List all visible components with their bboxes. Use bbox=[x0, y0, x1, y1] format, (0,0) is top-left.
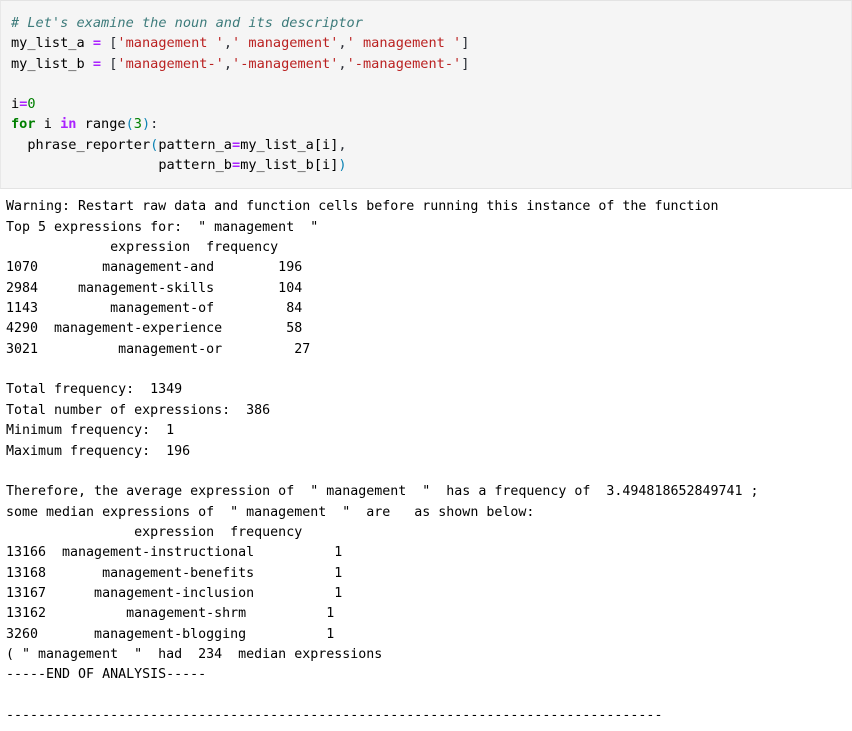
code-arg2-value: my_list_b[i] bbox=[240, 157, 339, 174]
output-separator-line: ----------------------------------------… bbox=[6, 707, 663, 723]
top5-table-header: expression frequency bbox=[6, 240, 279, 256]
code-range-name: range bbox=[76, 116, 126, 133]
stat-total-expressions: Total number of expressions: 386 bbox=[6, 402, 271, 418]
code-arg2-op: = bbox=[232, 157, 241, 174]
output-therefore-line-1: Therefore, the average expression of " m… bbox=[6, 484, 759, 500]
code-arg1-comma: , bbox=[338, 136, 347, 153]
table-row: 4290 management-experience 58 bbox=[6, 321, 303, 337]
code-var-b-name: my_list_b bbox=[11, 55, 85, 72]
code-arg2-name: pattern_b bbox=[158, 157, 232, 174]
stat-maximum-frequency: Maximum frequency: 196 bbox=[6, 443, 191, 459]
table-row: 1070 management-and 196 bbox=[6, 260, 303, 276]
code-for-keyword: for bbox=[11, 116, 36, 133]
code-range-arg: 3 bbox=[133, 116, 142, 133]
table-row: 13162 management-shrm 1 bbox=[6, 606, 335, 622]
output-end-of-analysis: -----END OF ANALYSIS----- bbox=[6, 667, 207, 683]
table-row: 13168 management-benefits 1 bbox=[6, 565, 343, 581]
output-therefore-line-2: some median expressions of " management … bbox=[6, 504, 535, 520]
cell-output-area: Warning: Restart raw data and function c… bbox=[0, 189, 852, 727]
code-comment: # Let's examine the noun and its descrip… bbox=[11, 15, 363, 31]
code-call-name: phrase_reporter bbox=[27, 136, 151, 153]
table-row: 3260 management-blogging 1 bbox=[6, 626, 335, 642]
code-assign-op-a: = bbox=[84, 35, 110, 52]
code-source[interactable]: # Let's examine the noun and its descrip… bbox=[1, 9, 851, 179]
table-row: 13166 management-instructional 1 bbox=[6, 545, 343, 561]
code-call-indent bbox=[11, 137, 27, 153]
code-list-b-item-0: 'management-' bbox=[117, 55, 224, 72]
code-list-a-item-1: ' management' bbox=[232, 35, 339, 52]
output-top5-header-line: Top 5 expressions for: " management " bbox=[6, 219, 319, 235]
stat-minimum-frequency: Minimum frequency: 1 bbox=[6, 423, 175, 439]
code-arg1-name: pattern_a bbox=[158, 136, 232, 153]
code-arg1-value: my_list_a[i] bbox=[240, 136, 339, 153]
table-row: 2984 management-skills 104 bbox=[6, 280, 303, 296]
code-list-b-item-1: '-management' bbox=[232, 55, 339, 72]
stat-total-frequency: Total frequency: 1349 bbox=[6, 382, 183, 398]
code-comma-b-1: , bbox=[338, 55, 347, 72]
code-in-keyword: in bbox=[60, 116, 77, 133]
code-comma-a-0: , bbox=[223, 35, 233, 52]
code-input-cell[interactable]: # Let's examine the noun and its descrip… bbox=[0, 0, 852, 190]
code-range-close-paren: ) bbox=[141, 116, 151, 133]
code-for-colon: : bbox=[150, 116, 159, 133]
code-comma-a-1: , bbox=[338, 35, 347, 52]
output-warning-line: Warning: Restart raw data and function c… bbox=[6, 199, 719, 215]
code-list-a-item-2: ' management ' bbox=[346, 35, 462, 52]
code-init-var: i bbox=[11, 96, 20, 113]
code-for-var: i bbox=[35, 116, 61, 133]
code-arg2-indent bbox=[11, 157, 158, 173]
table-row: 1143 management-of 84 bbox=[6, 301, 303, 317]
code-arg1-op: = bbox=[232, 136, 241, 153]
output-median-count-line: ( " management " had 234 median expressi… bbox=[6, 646, 383, 662]
code-init-value: 0 bbox=[27, 96, 36, 113]
code-range-open-paren: ( bbox=[125, 116, 134, 133]
code-call-close-paren: ) bbox=[338, 157, 347, 174]
code-close-bracket-a: ] bbox=[461, 35, 470, 52]
median-table-header: expression frequency bbox=[6, 524, 303, 540]
code-assign-op-b: = bbox=[84, 55, 110, 72]
table-row: 3021 management-or 27 bbox=[6, 341, 311, 357]
output-stream-text: Warning: Restart raw data and function c… bbox=[6, 197, 852, 726]
code-comma-b-0: , bbox=[223, 55, 233, 72]
code-close-bracket-b: ] bbox=[461, 55, 470, 72]
table-row: 13167 management-inclusion 1 bbox=[6, 585, 343, 601]
code-list-b-item-2: '-management-' bbox=[346, 55, 462, 72]
code-list-a-item-0: 'management ' bbox=[117, 35, 224, 52]
code-var-a-name: my_list_a bbox=[11, 35, 85, 52]
